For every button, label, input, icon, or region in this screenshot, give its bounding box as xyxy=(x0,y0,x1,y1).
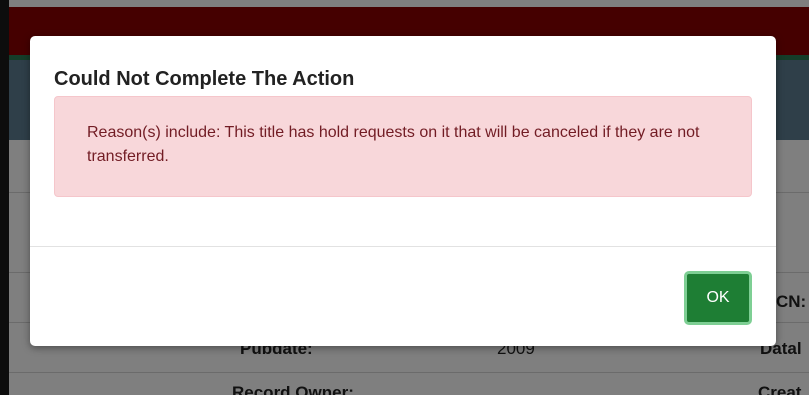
error-message: Reason(s) include: This title has hold r… xyxy=(87,124,700,165)
dialog-footer-divider xyxy=(30,246,776,247)
dialog-title: Could Not Complete The Action xyxy=(54,68,355,90)
error-dialog: Could Not Complete The Action Reason(s) … xyxy=(30,36,776,346)
page: Pubdate: 2009 Record Owner: CN: Datal Cr… xyxy=(0,0,809,395)
ok-button[interactable]: OK xyxy=(684,271,752,325)
error-alert: Reason(s) include: This title has hold r… xyxy=(54,96,752,197)
